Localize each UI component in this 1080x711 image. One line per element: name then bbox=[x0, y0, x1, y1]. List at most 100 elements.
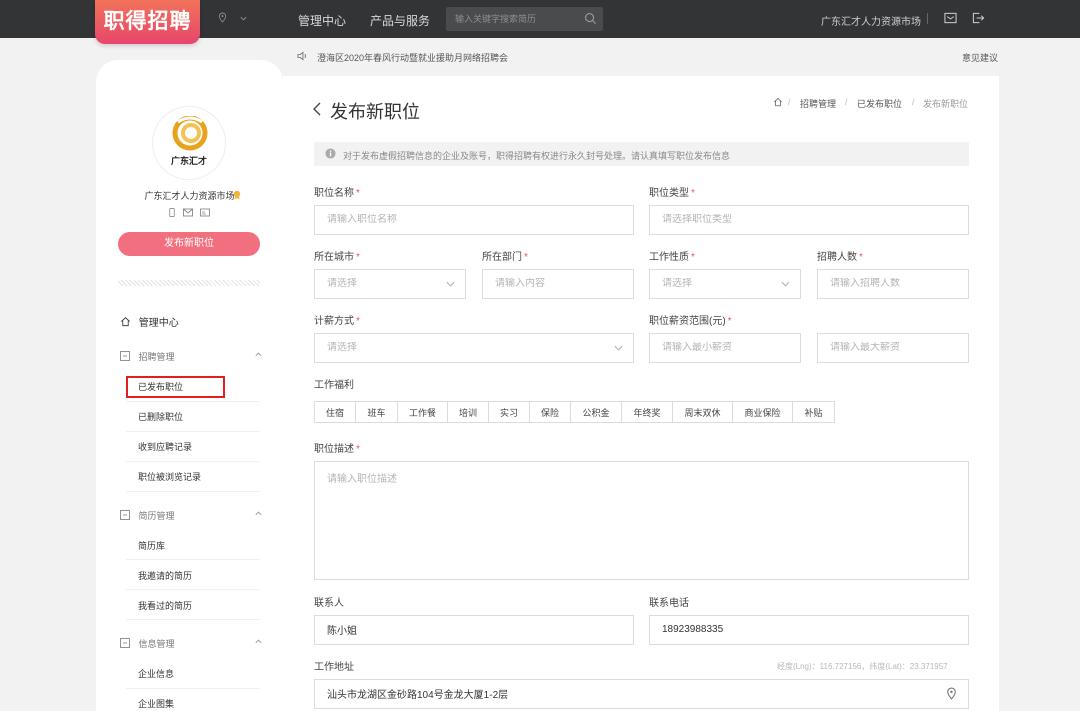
address-label: 工作地址 bbox=[314, 662, 354, 673]
benefit-tag[interactable]: 商业保险 bbox=[732, 401, 793, 423]
breadcrumb-current: 发布新职位 bbox=[923, 99, 969, 109]
page-title: 发布新职位 bbox=[330, 102, 420, 122]
benefit-tag[interactable]: 年终奖 bbox=[621, 401, 673, 423]
sidebar-item-deleted-jobs[interactable]: 已删除职位 bbox=[138, 410, 183, 423]
search-icon[interactable] bbox=[584, 12, 597, 25]
benefit-tag[interactable]: 补贴 bbox=[792, 401, 835, 423]
sidebar-item-invited-resumes[interactable]: 我邀请的简历 bbox=[138, 569, 192, 582]
sidebar-group-resumes[interactable]: 简历管理 bbox=[120, 509, 262, 522]
home-icon[interactable] bbox=[773, 97, 783, 107]
work-nature-input[interactable] bbox=[662, 278, 782, 289]
label-text: 职位名称 bbox=[314, 188, 354, 199]
publish-job-button[interactable]: 发布新职位 bbox=[118, 232, 260, 256]
list-icon bbox=[120, 351, 130, 361]
label-text: 所在城市 bbox=[314, 252, 354, 263]
salary-method-select[interactable] bbox=[314, 333, 634, 363]
search-input[interactable] bbox=[455, 12, 585, 26]
salary-max-input[interactable] bbox=[830, 342, 950, 353]
label-text: 招聘人数 bbox=[817, 252, 857, 263]
city-input[interactable] bbox=[327, 278, 447, 289]
city-label: 所在城市 * bbox=[314, 248, 360, 263]
department-input[interactable] bbox=[495, 278, 615, 289]
divider bbox=[126, 688, 260, 689]
chevron-down-icon bbox=[781, 281, 790, 287]
benefit-tag[interactable]: 培训 bbox=[447, 401, 489, 423]
sidebar-item-company-gallery[interactable]: 企业图集 bbox=[138, 697, 174, 710]
benefit-tag[interactable]: 住宿 bbox=[314, 401, 356, 423]
benefit-tag[interactable]: 公积金 bbox=[570, 401, 622, 423]
phone-icon bbox=[169, 208, 175, 217]
work-nature-select[interactable] bbox=[649, 269, 801, 299]
description-field bbox=[314, 461, 969, 580]
department-label: 所在部门 * bbox=[482, 248, 528, 263]
job-name-input[interactable] bbox=[327, 214, 582, 225]
logout-icon[interactable] bbox=[972, 12, 985, 24]
home-icon bbox=[121, 317, 130, 327]
divider bbox=[126, 431, 260, 432]
email-icon bbox=[182, 208, 193, 217]
chevron-down-icon bbox=[240, 16, 247, 21]
contact-input[interactable] bbox=[327, 624, 582, 635]
breadcrumb-separator: / bbox=[912, 97, 915, 107]
required-mark: * bbox=[691, 252, 695, 263]
location-pin-icon[interactable] bbox=[946, 687, 957, 700]
label-text: 职位类型 bbox=[649, 188, 689, 199]
notice-text[interactable]: 澄海区2020年春风行动暨就业援助月网络招聘会 bbox=[317, 51, 508, 64]
verification-icons bbox=[168, 208, 210, 220]
benefit-tag[interactable]: 保险 bbox=[529, 401, 571, 423]
benefit-tag[interactable]: 实习 bbox=[488, 401, 530, 423]
contact-field bbox=[314, 615, 634, 645]
job-type-label: 职位类型 * bbox=[649, 184, 695, 199]
nav-products-services[interactable]: 产品与服务 bbox=[370, 12, 430, 29]
divider bbox=[126, 589, 260, 590]
search-box bbox=[446, 7, 603, 31]
department-field bbox=[482, 269, 634, 299]
feedback-link[interactable]: 意见建议 bbox=[962, 51, 998, 64]
nav-management-center[interactable]: 管理中心 bbox=[298, 12, 346, 29]
brand-logo[interactable]: 职得招聘 bbox=[95, 0, 200, 44]
sidebar-item-company-info[interactable]: 企业信息 bbox=[138, 667, 174, 680]
salary-method-input[interactable] bbox=[327, 342, 582, 353]
contact-label: 联系人 bbox=[314, 598, 344, 609]
sidebar-item-job-views[interactable]: 职位被浏览记录 bbox=[138, 470, 201, 483]
divider bbox=[126, 461, 260, 462]
list-icon bbox=[120, 510, 130, 520]
description-textarea[interactable] bbox=[327, 470, 948, 570]
job-name-label: 职位名称 * bbox=[314, 184, 360, 199]
chevron-down-icon bbox=[446, 281, 455, 287]
sidebar-item-resume-library[interactable]: 简历库 bbox=[138, 539, 165, 552]
mail-icon[interactable] bbox=[944, 12, 957, 24]
salary-min-input[interactable] bbox=[662, 342, 782, 353]
location-selector[interactable] bbox=[218, 12, 248, 26]
highlight-box bbox=[126, 376, 225, 398]
benefit-tag[interactable]: 工作餐 bbox=[397, 401, 448, 423]
breadcrumb-published-jobs[interactable]: 已发布职位 bbox=[857, 97, 902, 110]
required-mark: * bbox=[356, 444, 360, 455]
city-select[interactable] bbox=[314, 269, 466, 299]
phone-field bbox=[649, 615, 969, 645]
sidebar-item-received-applications[interactable]: 收到应聘记录 bbox=[138, 440, 192, 453]
divider bbox=[118, 280, 260, 286]
breadcrumb-recruitment[interactable]: 招聘管理 bbox=[800, 97, 836, 110]
divider bbox=[126, 491, 260, 492]
account-company-name[interactable]: 广东汇才人力资源市场 bbox=[821, 13, 921, 28]
back-arrow-icon[interactable] bbox=[312, 101, 322, 117]
sidebar-item-viewed-resumes[interactable]: 我看过的简历 bbox=[138, 599, 192, 612]
sidebar-item-management-center[interactable]: 管理中心 bbox=[120, 314, 179, 329]
phone-input[interactable] bbox=[662, 624, 917, 635]
sidebar-group-recruitment[interactable]: 招聘管理 bbox=[120, 350, 262, 363]
description-label: 职位描述 * bbox=[314, 440, 360, 455]
headcount-input[interactable] bbox=[830, 278, 950, 289]
benefit-tag[interactable]: 班车 bbox=[355, 401, 398, 423]
job-type-input[interactable] bbox=[662, 214, 917, 225]
work-nature-label: 工作性质 * bbox=[649, 248, 695, 263]
label-text: 所在部门 bbox=[482, 252, 522, 263]
address-input[interactable] bbox=[327, 688, 915, 699]
label-text: 计薪方式 bbox=[314, 316, 354, 327]
required-mark: * bbox=[524, 252, 528, 263]
sidebar-group-info[interactable]: 信息管理 bbox=[120, 637, 262, 650]
breadcrumb-separator: / bbox=[845, 97, 848, 107]
divider bbox=[927, 13, 928, 24]
job-type-field bbox=[649, 205, 969, 235]
benefit-tag[interactable]: 周末双休 bbox=[672, 401, 733, 423]
